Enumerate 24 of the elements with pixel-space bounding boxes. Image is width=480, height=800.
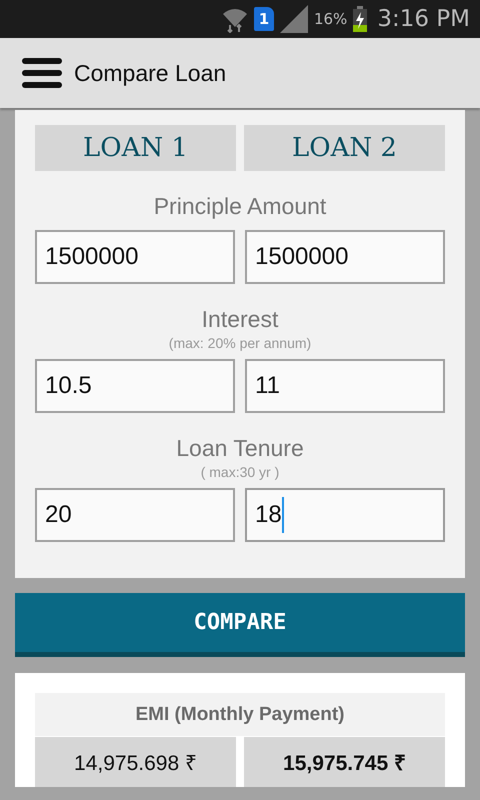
field-label: Principle Amount: [152, 193, 328, 220]
input-field[interactable]: 20: [35, 488, 235, 542]
input-field[interactable]: 18: [245, 488, 445, 542]
sim-badge: 1: [254, 7, 274, 31]
field-label: Loan Tenure: [175, 435, 305, 462]
result-value: 14,975.698 ₹: [35, 737, 236, 787]
input-field[interactable]: 1500000: [245, 230, 445, 284]
app-title: Compare Loan: [74, 60, 226, 86]
result-value: 15,975.745 ₹: [244, 737, 445, 787]
loan-tab[interactable]: LOAN 2: [244, 125, 445, 171]
input-field[interactable]: 1500000: [35, 230, 235, 284]
battery-percent: 16%: [314, 10, 348, 28]
text-cursor: [282, 497, 284, 533]
menu-icon[interactable]: [22, 58, 62, 88]
clock: 3:16 PM: [377, 6, 470, 32]
signal-icon: [280, 5, 308, 33]
result-title: EMI (Monthly Payment): [35, 693, 445, 736]
input-field[interactable]: 11: [245, 359, 445, 413]
field-hint: ( max:30 yr ): [200, 464, 280, 480]
field-label: Interest: [200, 306, 280, 333]
field-hint: (max: 20% per annum): [168, 335, 312, 351]
loan-tab[interactable]: LOAN 1: [35, 125, 236, 171]
input-field[interactable]: 10.5: [35, 359, 235, 413]
compare-button[interactable]: COMPARE: [15, 593, 465, 657]
